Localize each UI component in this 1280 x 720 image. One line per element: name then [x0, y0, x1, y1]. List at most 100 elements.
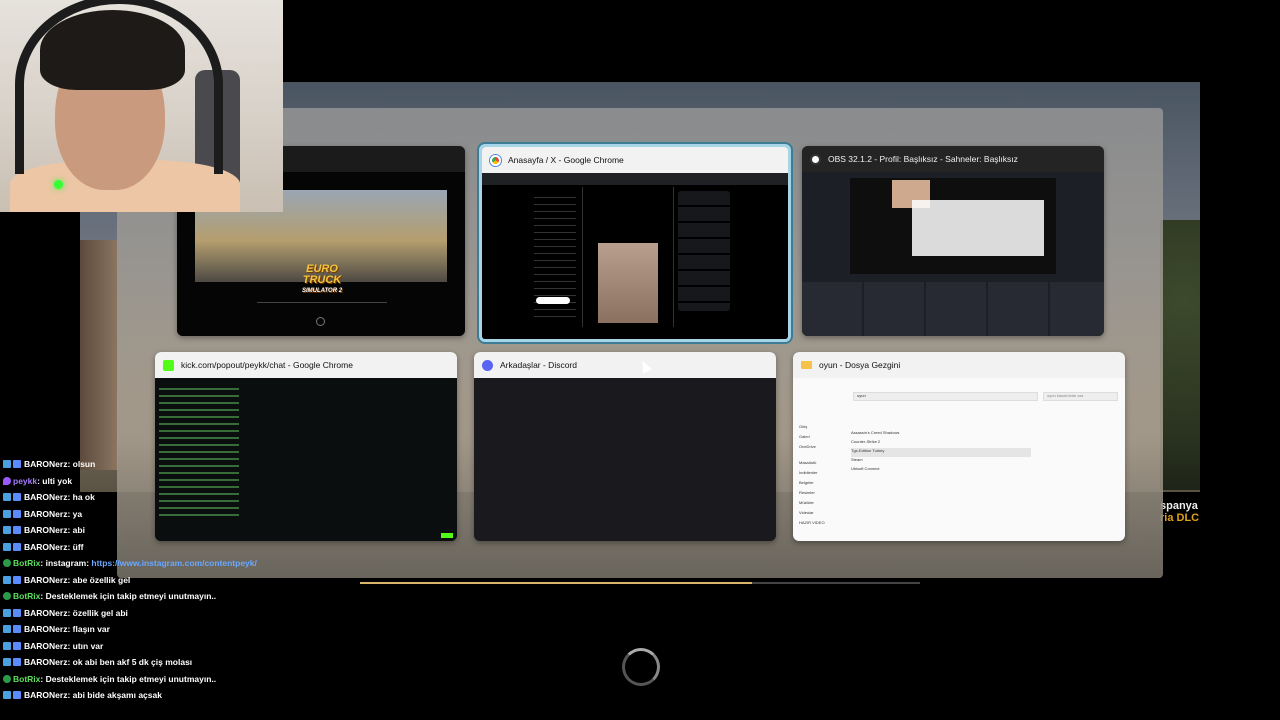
moderator-badge-icon: [3, 493, 11, 502]
x-feed: [582, 187, 674, 327]
chat-message: BARONerz: ya: [0, 506, 420, 523]
chat-message: BARONerz: flaşın var: [0, 621, 420, 638]
moderator-badge-icon: [3, 608, 11, 617]
file-row: Tgx-Edition Turkey: [851, 448, 1031, 457]
chat-message: BARONerz: utın var: [0, 638, 420, 655]
game-dlc-text: spanya ria DLC: [1160, 500, 1199, 524]
subscriber-badge-icon: [13, 608, 21, 617]
chat-message: BARONerz: abi: [0, 522, 420, 539]
obs-preview-canvas: [850, 178, 1056, 274]
chrome-icon: [490, 154, 501, 166]
subscriber-badge-icon: [13, 509, 21, 518]
moderator-badge-icon: [3, 691, 11, 700]
chat-text: : abi: [67, 525, 85, 536]
chat-username[interactable]: BotRix: [13, 591, 40, 601]
chat-message: BARONerz: olsun: [0, 456, 420, 473]
tile-obs-header: OBS 32.1.2 - Profil: Başlıksız - Sahnele…: [802, 146, 1104, 172]
moderator-badge-icon: [3, 509, 11, 518]
chat-text: : ya: [67, 508, 83, 519]
tile-chrome-x-preview: [482, 173, 788, 339]
sidebar-item-belgeler: Belgeler: [799, 480, 814, 485]
chat-message: BARONerz: abi bide akşamı açsak: [0, 687, 420, 704]
file-row: Counter-Strike 2: [851, 439, 881, 444]
obs-docks: [802, 282, 1104, 336]
chat-username[interactable]: BARONerz: [24, 542, 67, 552]
chat-link[interactable]: https://www.instagram.com/contentpeyk/: [91, 558, 256, 568]
chat-text: : Desteklemek için takip etmeyi unutmayı…: [40, 591, 217, 602]
subscriber-badge-icon: [13, 575, 21, 584]
tile-discord-header: Arkadaşlar - Discord: [474, 352, 776, 378]
sidebar-item-videolar: Videolar: [799, 510, 814, 515]
chat-username[interactable]: BARONerz: [24, 624, 67, 634]
chat-message: BARONerz: ok abi ben akf 5 dk çiş molası: [0, 654, 420, 671]
sidebar-item-resimler: Resimler: [799, 490, 815, 495]
explorer-search: oyun klasöründe ara: [1043, 392, 1118, 401]
tile-chrome-x-header: Anasayfa / X - Google Chrome: [482, 147, 788, 173]
chat-message: peykk: ulti yok: [0, 473, 420, 490]
bot-badge-icon: [3, 592, 11, 601]
webcam-overlay: [0, 0, 283, 212]
chat-username[interactable]: BARONerz: [24, 608, 67, 618]
moderator-badge-icon: [3, 542, 11, 551]
chat-message: BotRix: Desteklemek için takip etmeyi un…: [0, 671, 420, 688]
chat-username[interactable]: BARONerz: [24, 525, 67, 535]
obs-window-preview: [912, 200, 1044, 256]
chat-text: : ok abi ben akf 5 dk çiş molası: [67, 657, 193, 668]
tile-explorer-preview: oyun oyun klasöründe ara Giriş Galeri On…: [793, 378, 1125, 541]
game-loading-icon: [316, 317, 325, 326]
switcher-progress-track: [360, 582, 920, 584]
subscriber-badge-icon: [13, 542, 21, 551]
chat-text: : üff: [67, 541, 84, 552]
game-loading-bar: [257, 302, 387, 303]
explorer-file-list: Assassin's Creed Shadows Counter-Strike …: [851, 430, 1031, 475]
game-logo: EURO TRUCK SIMULATOR 2: [289, 264, 355, 297]
chat-message: BARONerz: özellik gel abi: [0, 605, 420, 622]
chat-username[interactable]: peykk: [13, 476, 37, 486]
chat-username[interactable]: BARONerz: [24, 509, 67, 519]
tile-explorer[interactable]: oyun - Dosya Gezgini oyun oyun klasöründ…: [793, 352, 1125, 541]
chat-text: : flaşın var: [67, 624, 110, 635]
game-dlc-line1: spanya: [1160, 500, 1198, 512]
owner-badge-icon: [3, 476, 11, 485]
x-feed-video: [598, 243, 658, 323]
chat-message: BARONerz: ha ok: [0, 489, 420, 506]
chat-username[interactable]: BotRix: [13, 674, 40, 684]
chat-username[interactable]: BARONerz: [24, 575, 67, 585]
chat-text: : Desteklemek için takip etmeyi unutmayı…: [40, 673, 217, 684]
sidebar-item-hazir-video: HAZIR VIDEO: [799, 520, 825, 525]
subscriber-badge-icon: [13, 625, 21, 634]
tile-discord[interactable]: Arkadaşlar - Discord: [474, 352, 776, 541]
headset-icon: [15, 0, 223, 174]
file-row: Assassin's Creed Shadows: [851, 430, 900, 435]
chat-text: : abi bide akşamı açsak: [67, 690, 162, 701]
kick-icon: [163, 359, 174, 371]
discord-icon: [482, 359, 493, 371]
kick-send-button: [441, 533, 453, 538]
explorer-path: oyun: [857, 393, 866, 398]
game-logo-line2: SIMULATOR 2: [301, 288, 343, 294]
chat-username[interactable]: BARONerz: [24, 657, 67, 667]
file-row: Steam: [851, 457, 863, 462]
tile-discord-preview: [474, 378, 776, 541]
tile-obs-preview: [802, 172, 1104, 336]
tile-obs[interactable]: OBS 32.1.2 - Profil: Başlıksız - Sahnele…: [802, 146, 1104, 336]
bot-badge-icon: [3, 559, 11, 568]
bot-badge-icon: [3, 674, 11, 683]
chat-text: : özellik gel abi: [67, 607, 128, 618]
chat-username[interactable]: BARONerz: [24, 690, 67, 700]
explorer-address-bar: oyun: [853, 392, 1038, 401]
x-post-button: [536, 297, 570, 304]
game-dlc-line2: ria DLC: [1160, 512, 1200, 524]
obs-icon: [810, 153, 821, 165]
subscriber-badge-icon: [13, 493, 21, 502]
moderator-badge-icon: [3, 575, 11, 584]
chat-username[interactable]: BARONerz: [24, 641, 67, 651]
chat-username[interactable]: BARONerz: [24, 459, 67, 469]
chat-username[interactable]: BotRix: [13, 558, 40, 568]
moderator-badge-icon: [3, 658, 11, 667]
file-row: Ubisoft Connect: [851, 466, 880, 471]
tile-chrome-x[interactable]: Anasayfa / X - Google Chrome: [479, 144, 791, 342]
chat-username[interactable]: BARONerz: [24, 492, 67, 502]
sidebar-item-giris: Giriş: [799, 424, 808, 429]
subscriber-badge-icon: [13, 526, 21, 535]
